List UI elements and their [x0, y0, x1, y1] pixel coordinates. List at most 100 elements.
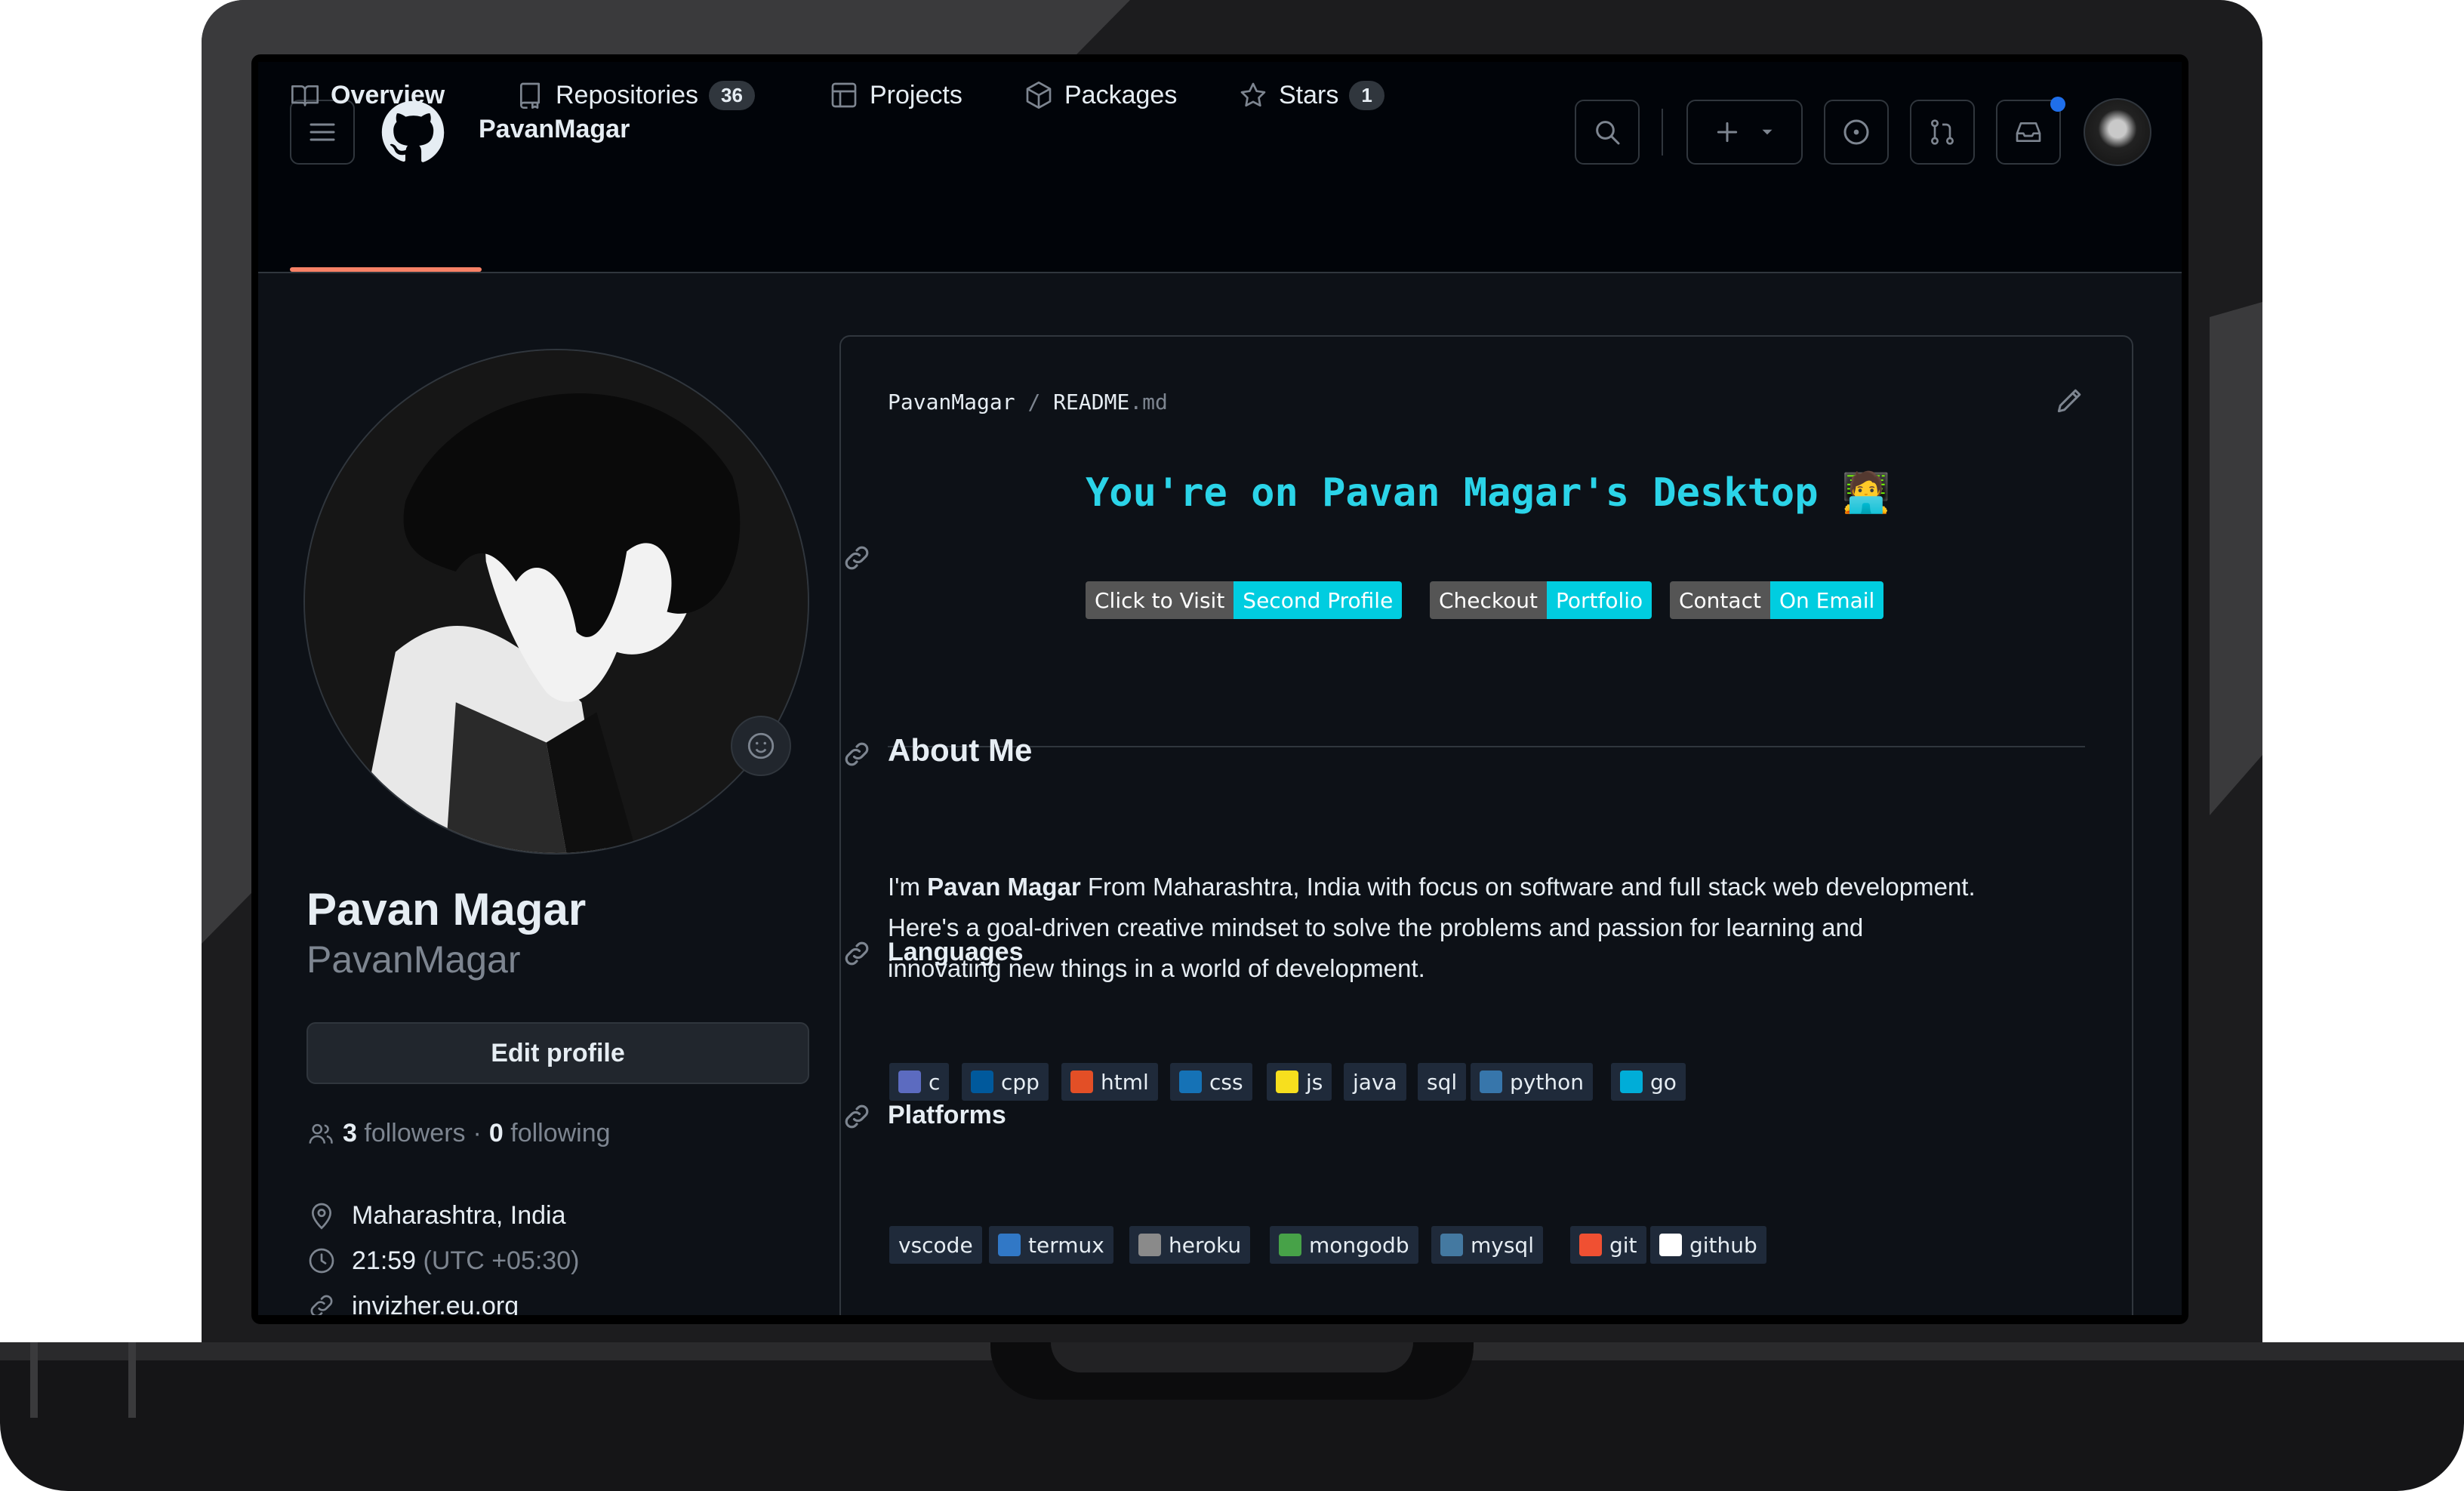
tab-overview[interactable]: Overview	[290, 62, 445, 128]
following-label: following	[510, 1119, 611, 1148]
repositories-count-badge: 36	[708, 80, 755, 110]
tab-stars-label: Stars	[1279, 80, 1339, 109]
followers-link[interactable]: 3 followers	[343, 1119, 466, 1148]
profile-avatar[interactable]	[303, 349, 809, 855]
languages-badge-label: js	[1306, 1069, 1323, 1095]
tab-overview-label: Overview	[331, 80, 445, 109]
issues-button[interactable]	[1824, 100, 1889, 165]
html-icon	[1070, 1071, 1093, 1093]
search-icon	[1596, 121, 1620, 145]
git-icon	[1579, 1234, 1602, 1256]
avatar-artwork	[305, 350, 808, 853]
anchor-link-icon[interactable]	[841, 1101, 873, 1132]
readme-path: PavanMagar / README.md	[888, 390, 1168, 414]
set-status-button[interactable]	[731, 716, 791, 776]
following-count: 0	[488, 1119, 504, 1148]
languages-badge-label: java	[1353, 1069, 1397, 1095]
inbox-icon	[2016, 122, 2041, 142]
readme-path-user[interactable]: PavanMagar	[888, 390, 1015, 414]
repo-icon	[519, 82, 540, 109]
profile-local-time: 21:59 (UTC +05:30)	[306, 1246, 579, 1276]
following-link[interactable]: 0 following	[489, 1119, 611, 1148]
anchor-link-icon[interactable]	[841, 542, 873, 574]
readme-path-file[interactable]: README	[1053, 390, 1129, 414]
badge-label: Checkout	[1430, 581, 1547, 619]
platforms-badge-mysql: mysql	[1431, 1226, 1543, 1264]
readme-path-ext: .md	[1129, 390, 1168, 414]
caret-down-icon	[1762, 129, 1773, 135]
notification-dot	[2050, 97, 2065, 112]
badge-portfolio[interactable]: Checkout Portfolio	[1430, 581, 1652, 619]
termux-icon	[998, 1234, 1021, 1256]
badge-label: Contact	[1670, 581, 1770, 619]
user-avatar-menu[interactable]	[2084, 98, 2151, 166]
anchor-link-icon[interactable]	[841, 738, 873, 770]
package-icon	[1026, 82, 1052, 109]
platforms-badge-label: termux	[1028, 1232, 1104, 1258]
js-icon	[1276, 1071, 1298, 1093]
badge-value: On Email	[1769, 581, 1884, 619]
stars-count-badge: 1	[1349, 80, 1384, 110]
tab-projects[interactable]: Projects	[829, 62, 962, 128]
edit-profile-button[interactable]: Edit profile	[306, 1022, 809, 1084]
cpp-icon	[971, 1071, 993, 1093]
languages-badge-python: python	[1471, 1063, 1593, 1101]
base-detail	[30, 1342, 136, 1418]
table-icon	[831, 82, 857, 108]
languages-badge-label: go	[1650, 1069, 1677, 1095]
technologist-emoji: 🧑‍💻	[1841, 470, 1891, 516]
header-divider	[1662, 109, 1663, 156]
profile-full-name: Pavan Magar	[306, 884, 587, 935]
edit-pencil-icon[interactable]	[2053, 384, 2087, 417]
tab-repositories[interactable]: Repositories 36	[515, 62, 755, 128]
tab-packages[interactable]: Packages	[1024, 62, 1177, 128]
platforms-badge-label: heroku	[1169, 1232, 1242, 1258]
badge-second-profile[interactable]: Click to Visit Second Profile	[1086, 581, 1403, 619]
star-icon	[1240, 82, 1266, 107]
pull-requests-button[interactable]	[1910, 100, 1975, 165]
badge-email[interactable]: Contact On Email	[1670, 581, 1884, 619]
active-tab-indicator	[290, 267, 482, 272]
languages-heading: Languages	[888, 938, 1024, 966]
languages-badge-label: c	[929, 1069, 941, 1095]
platforms-badge-label: github	[1689, 1232, 1757, 1258]
anchor-link-icon[interactable]	[841, 938, 873, 969]
tab-repositories-label: Repositories	[556, 80, 698, 109]
readme-path-separator: /	[1027, 390, 1041, 414]
languages-badge-css: css	[1170, 1063, 1252, 1101]
about-paragraph: I'm Pavan Magar From Maharashtra, India …	[888, 867, 2096, 989]
mongodb-icon	[1279, 1234, 1301, 1256]
issue-opened-icon	[1843, 119, 1869, 145]
people-icon	[309, 1123, 333, 1144]
about-heading: About Me	[888, 732, 1033, 768]
book-icon	[291, 85, 319, 106]
platforms-badge-label: mysql	[1471, 1232, 1534, 1258]
heroku-icon	[1138, 1234, 1161, 1256]
languages-badge-label: css	[1209, 1069, 1243, 1095]
search-button[interactable]	[1575, 100, 1640, 165]
follow-stats: 3 followers · 0 following	[306, 1119, 611, 1148]
screen: PavanMagar Overview Repositories 36 Proj…	[258, 62, 2182, 1315]
languages-badge-label: cpp	[1001, 1069, 1040, 1095]
tab-stars[interactable]: Stars 1	[1238, 62, 1384, 128]
languages-badge-label: html	[1101, 1069, 1149, 1095]
website-link[interactable]: invizher.eu.org	[352, 1292, 519, 1316]
platforms-badge-termux: termux	[989, 1226, 1113, 1264]
profile-website[interactable]: invizher.eu.org	[306, 1291, 519, 1315]
languages-badge-c: c	[889, 1063, 950, 1101]
platforms-heading: Platforms	[888, 1101, 1006, 1129]
about-name: Pavan Magar	[927, 873, 1081, 901]
languages-badge-cpp: cpp	[962, 1063, 1049, 1101]
clock-icon	[309, 1248, 334, 1274]
languages-badge-label: python	[1510, 1069, 1584, 1095]
app-header: PavanMagar Overview Repositories 36 Proj…	[258, 62, 2182, 273]
platforms-badge-label: mongodb	[1309, 1232, 1409, 1258]
followers-label: followers	[364, 1119, 466, 1148]
profile-location: Maharashtra, India	[306, 1200, 566, 1231]
create-new-button[interactable]	[1686, 100, 1803, 165]
readme-title: You're on Pavan Magar's Desktop 🧑‍💻	[1086, 470, 1891, 516]
inbox-button[interactable]	[1996, 100, 2061, 165]
languages-badge-go: go	[1611, 1063, 1686, 1101]
link-icon	[310, 1295, 333, 1315]
local-time: 21:59	[352, 1246, 417, 1275]
